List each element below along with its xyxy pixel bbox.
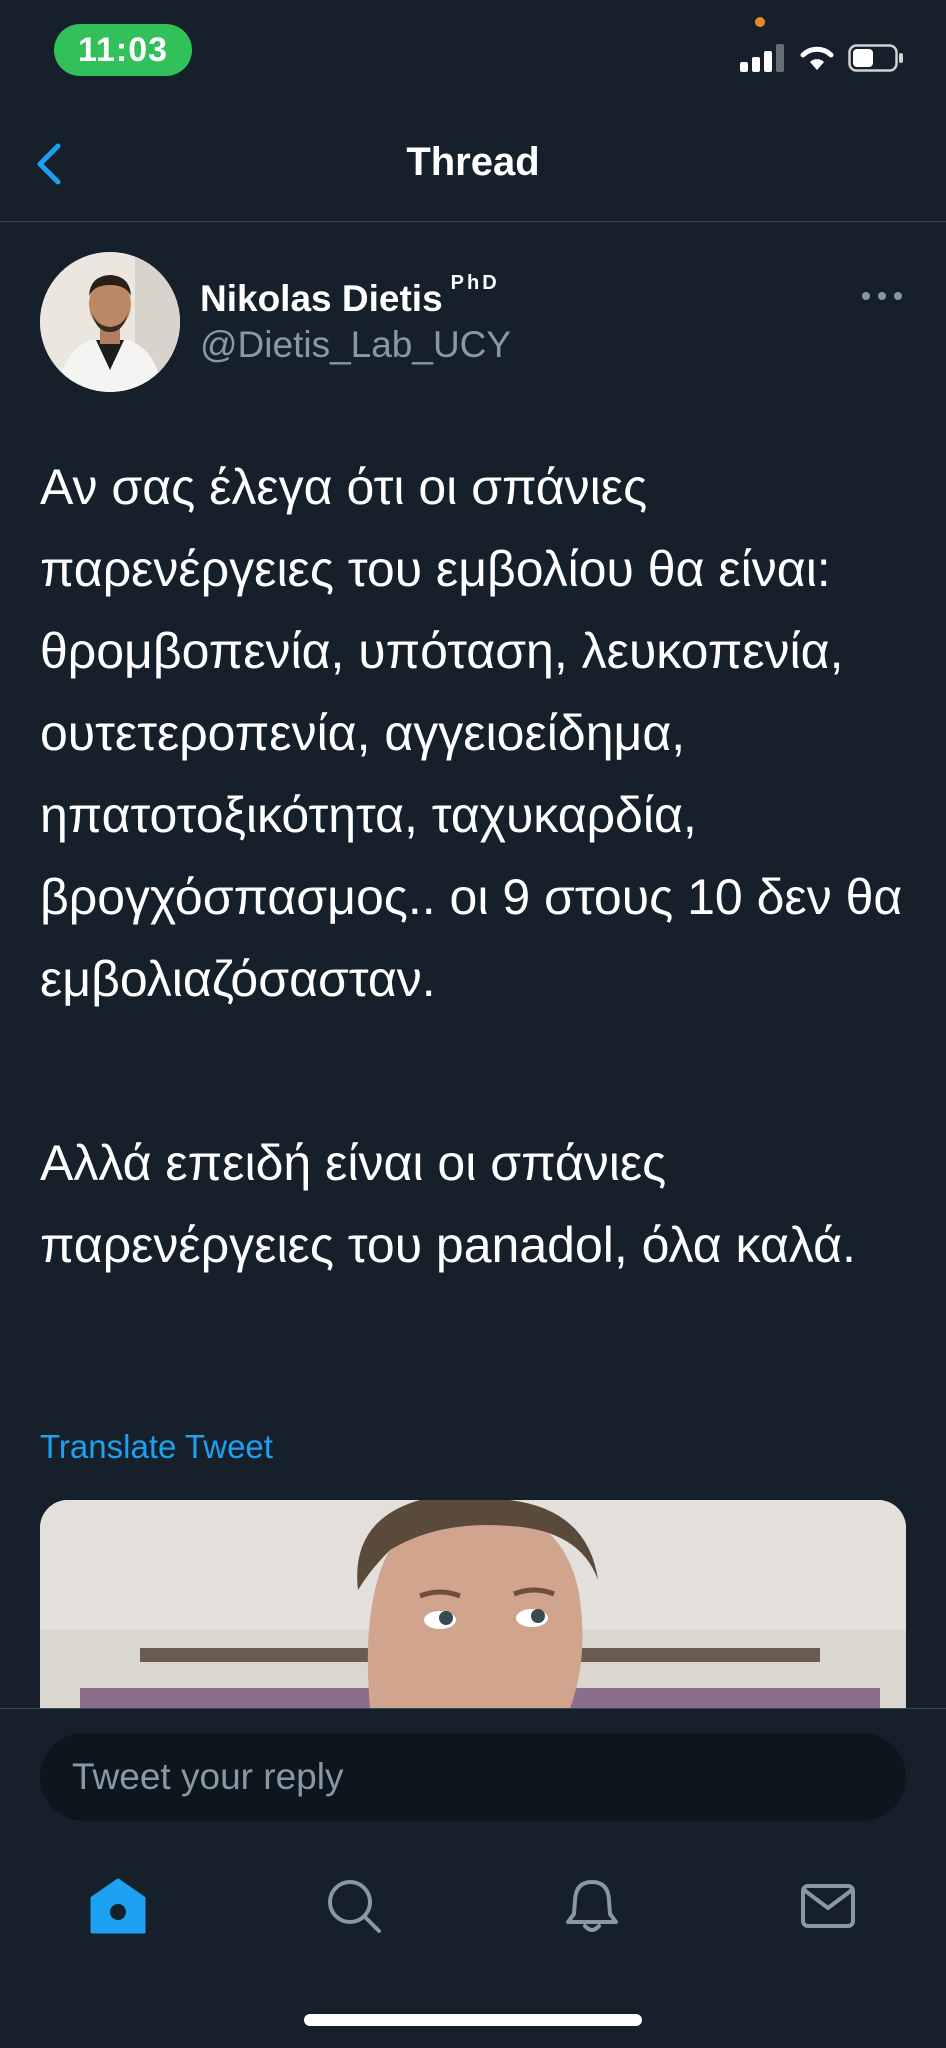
privacy-indicator-dot [755, 17, 765, 27]
author-handle[interactable]: @Dietis_Lab_UCY [200, 324, 511, 366]
avatar-photo [40, 252, 180, 392]
tweet-media-image[interactable] [40, 1500, 906, 1708]
page-title: Thread [406, 140, 540, 184]
thread-header: Thread [0, 100, 946, 222]
tweet-paragraph-2: Αλλά επειδή είναι οι σπάνιες παρενέργειε… [40, 1135, 856, 1273]
mail-icon[interactable] [798, 1876, 858, 1936]
cellular-signal-icon [740, 44, 788, 72]
status-bar: 11:03 [0, 0, 946, 100]
reply-composer-bar [0, 1708, 946, 1848]
translate-tweet-link[interactable]: Translate Tweet [40, 1428, 273, 1466]
author-name-row[interactable]: Nikolas Dietis PhD [200, 272, 500, 320]
author-name: Nikolas Dietis [200, 278, 443, 319]
status-time: 11:03 [54, 24, 192, 76]
wifi-icon [800, 46, 834, 70]
battery-icon [848, 44, 903, 72]
home-icon[interactable] [88, 1876, 148, 1936]
bell-icon[interactable] [562, 1876, 622, 1936]
home-indicator [304, 2014, 642, 2026]
media-photo [40, 1500, 906, 1708]
more-options-icon[interactable] [862, 288, 902, 304]
author-name-suffix: PhD [450, 272, 500, 294]
reply-input[interactable] [40, 1733, 906, 1821]
tweet-paragraph-1: Αν σας έλεγα ότι οι σπάνιες παρενέργειες… [40, 459, 903, 1007]
search-icon[interactable] [324, 1876, 384, 1936]
author-avatar[interactable] [40, 252, 180, 392]
